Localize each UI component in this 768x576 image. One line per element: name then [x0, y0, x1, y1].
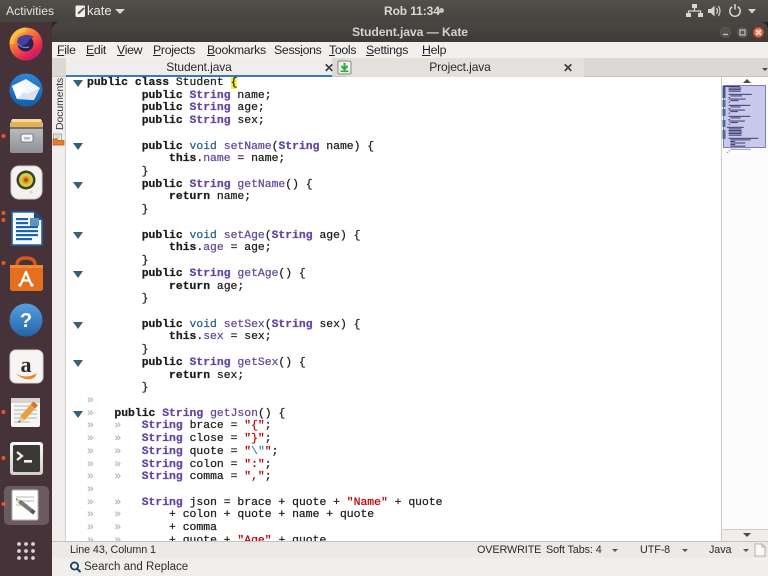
svg-text:a: a [21, 352, 32, 377]
svg-text:?: ? [20, 310, 32, 332]
